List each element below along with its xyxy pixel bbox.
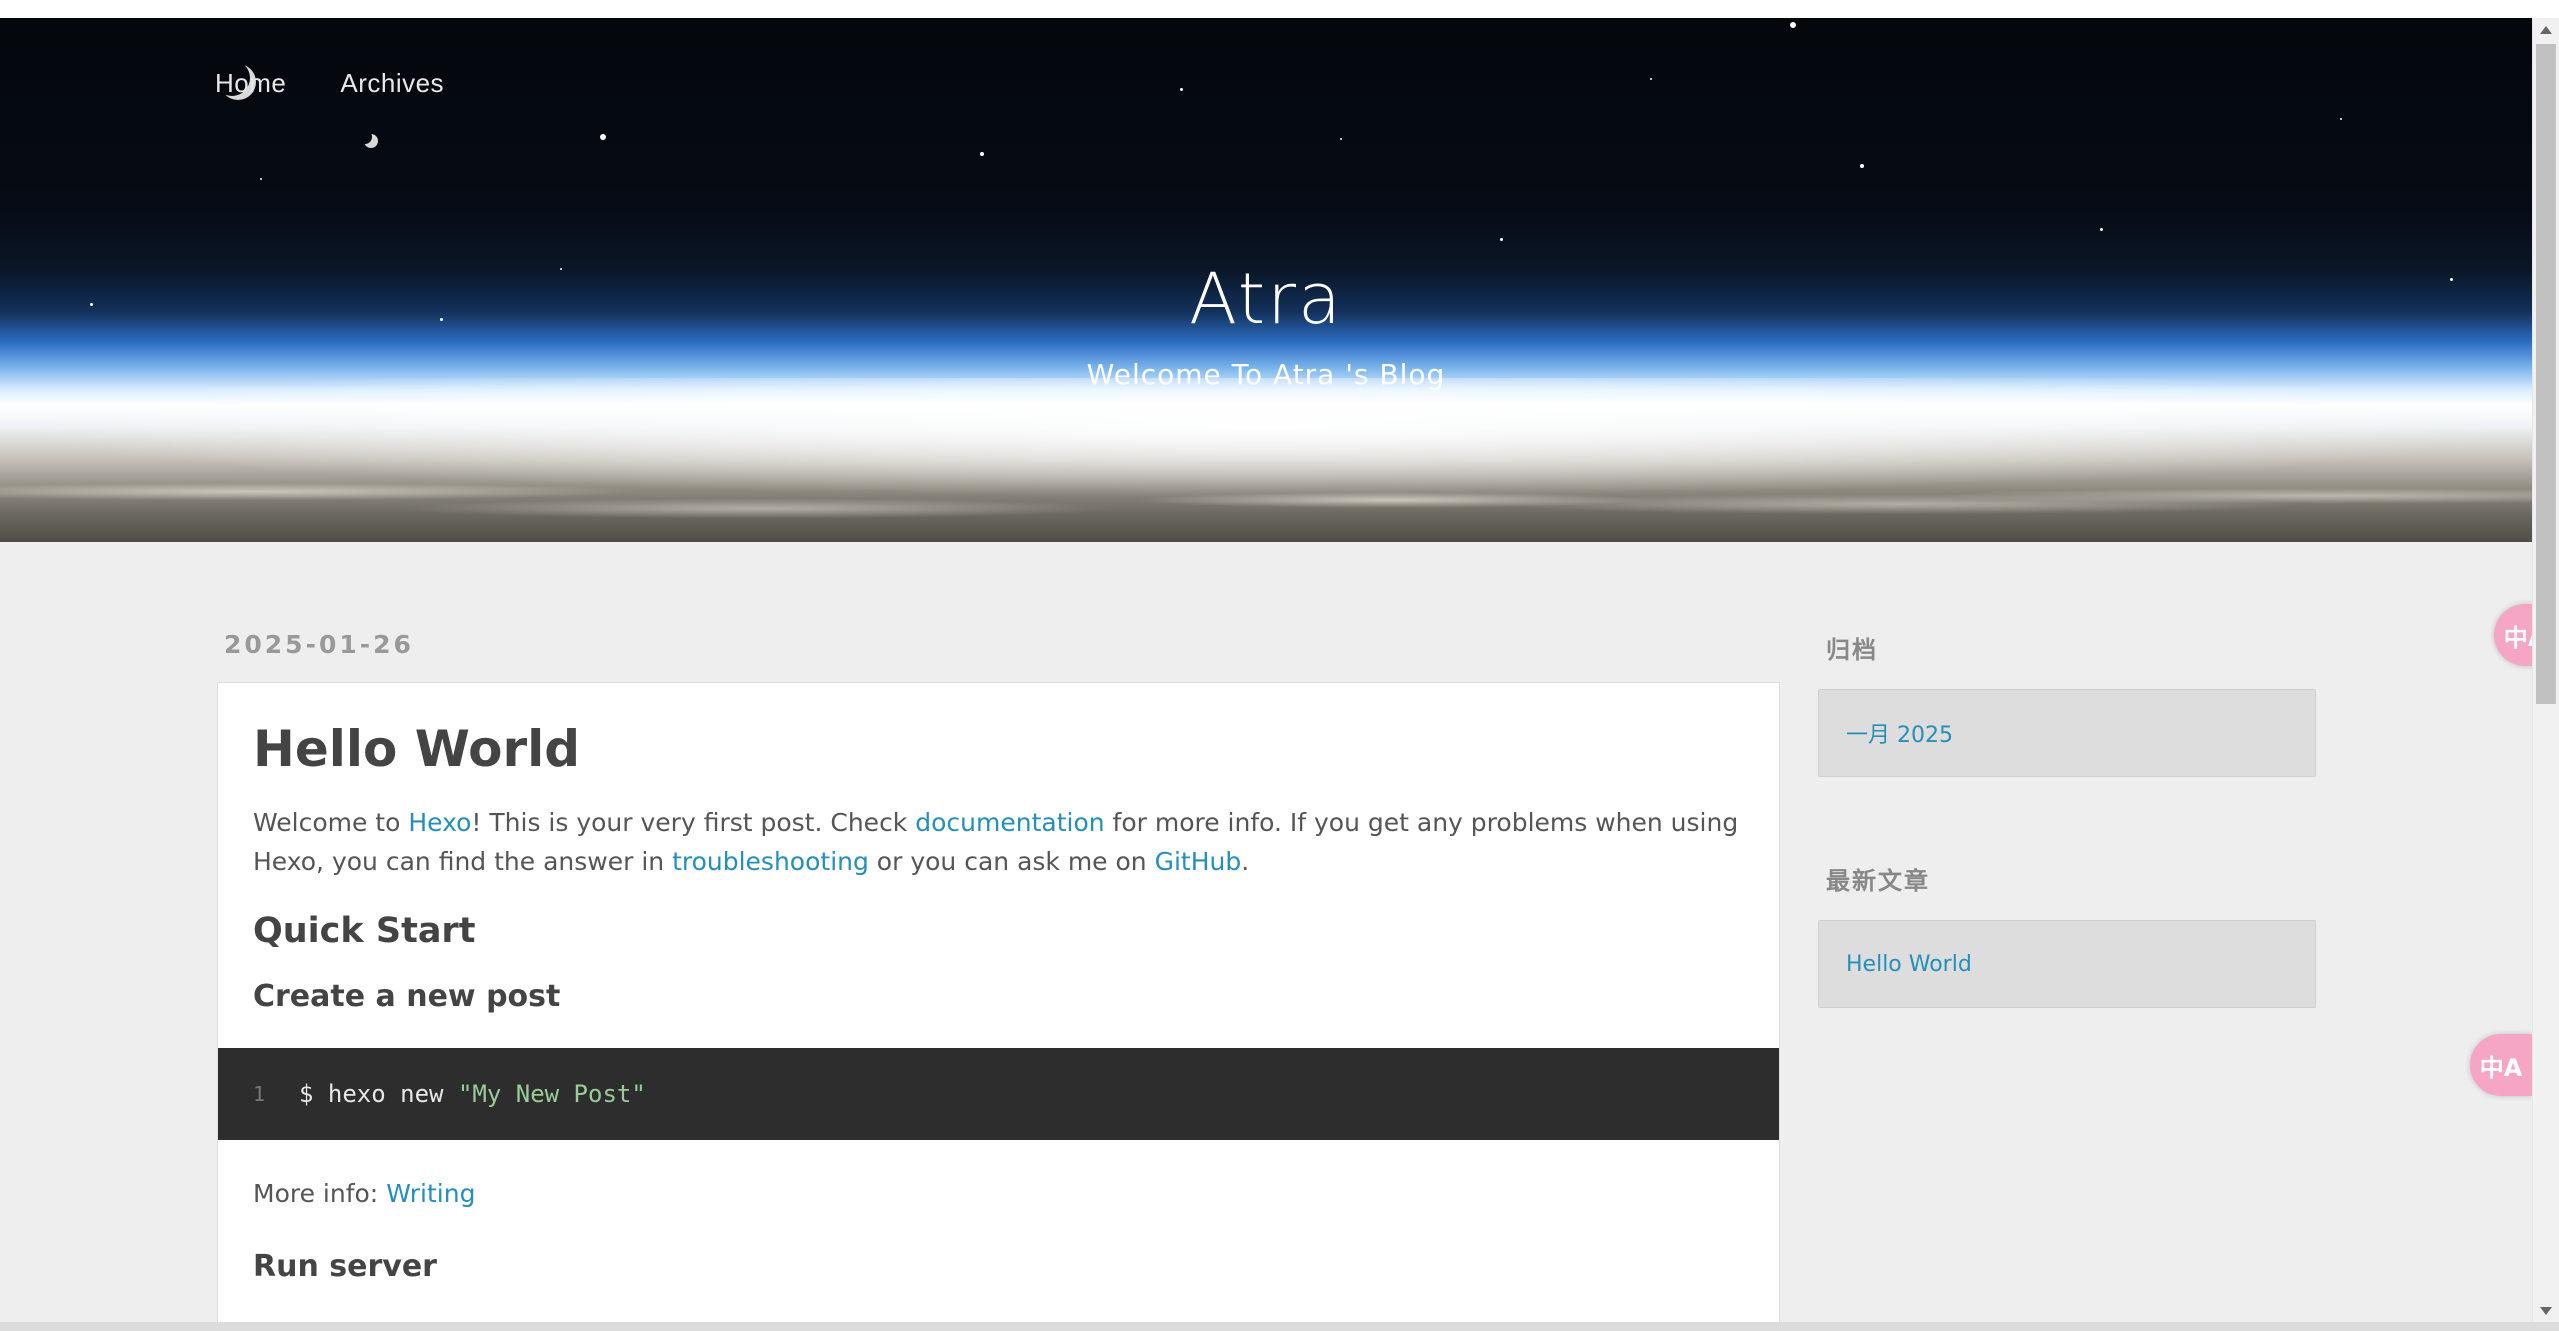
post-date: 2025-01-26 xyxy=(224,630,414,659)
intro-text: . xyxy=(1241,847,1250,876)
more-info-paragraph: More info: Writing xyxy=(253,1174,1744,1213)
scroll-down-arrow-icon[interactable] xyxy=(2540,1307,2552,1315)
browser-top-strip xyxy=(0,0,2559,18)
code-block: 1 $ hexo new "My New Post" xyxy=(218,1048,1779,1140)
nav-archives-link[interactable]: Archives xyxy=(340,68,444,99)
star xyxy=(1340,138,1342,140)
header-banner: Home Archives Atra Welcome To Atra 's Bl… xyxy=(0,18,2532,542)
scrollbar-thumb[interactable] xyxy=(2536,44,2556,704)
heading-run-server: Run server xyxy=(253,1249,437,1284)
earth-clouds xyxy=(0,458,2532,542)
sidebar: 归档 一月 2025 最新文章 Hello World xyxy=(1818,630,2318,1008)
post-intro-paragraph: Welcome to Hexo! This is your very first… xyxy=(253,803,1744,881)
heading-create-post: Create a new post xyxy=(253,979,561,1014)
intro-text: Welcome to xyxy=(253,808,409,837)
writing-link[interactable]: Writing xyxy=(386,1179,475,1208)
post-content: Hello World Welcome to Hexo! This is you… xyxy=(218,719,1779,1014)
code-line: $ hexo new "My New Post" xyxy=(299,1080,646,1108)
archive-widget: 一月 2025 xyxy=(1818,689,2316,777)
hexo-link[interactable]: Hexo xyxy=(408,808,471,837)
star xyxy=(260,178,262,180)
star xyxy=(1180,88,1183,91)
intro-text: ! This is your very first post. Check xyxy=(471,808,916,837)
crescent-moon-icon xyxy=(358,130,372,144)
post-article: Hello World Welcome to Hexo! This is you… xyxy=(217,682,1780,1331)
archive-widget-title: 归档 xyxy=(1826,636,1878,664)
main-nav: Home Archives xyxy=(215,68,444,99)
troubleshooting-link[interactable]: troubleshooting xyxy=(672,847,869,876)
star xyxy=(1790,22,1796,28)
star xyxy=(1860,164,1864,168)
vertical-scrollbar[interactable] xyxy=(2532,18,2559,1323)
more-info-text: More info: xyxy=(253,1179,387,1208)
recent-posts-widget-title: 最新文章 xyxy=(1826,867,1930,895)
star xyxy=(2100,228,2103,231)
documentation-link[interactable]: documentation xyxy=(915,808,1104,837)
intro-text: or you can ask me on xyxy=(868,847,1155,876)
recent-post-link[interactable]: Hello World xyxy=(1846,952,1972,977)
code-line-number: 1 xyxy=(253,1082,266,1106)
translate-button[interactable]: 中A xyxy=(2470,1034,2532,1096)
scroll-up-arrow-icon[interactable] xyxy=(2540,26,2552,34)
code-string: "My New Post" xyxy=(457,1080,646,1108)
nav-home-link[interactable]: Home xyxy=(215,68,286,99)
post-title: Hello World xyxy=(253,720,581,778)
star xyxy=(600,134,606,140)
translate-icon: 中A xyxy=(2479,1053,2523,1082)
star xyxy=(1500,238,1503,241)
heading-quick-start: Quick Start xyxy=(253,911,476,951)
recent-posts-widget: Hello World xyxy=(1818,920,2316,1008)
star xyxy=(1650,78,1652,80)
archive-month-link[interactable]: 一月 2025 xyxy=(1846,717,1953,749)
code-command: $ hexo new xyxy=(299,1080,458,1108)
github-link[interactable]: GitHub xyxy=(1155,847,1242,876)
star xyxy=(980,152,984,156)
post-content-continued: More info: Writing Run server xyxy=(218,1174,1779,1284)
horizontal-scrollbar[interactable] xyxy=(0,1322,2559,1331)
site-title: Atra xyxy=(1189,258,1343,340)
star xyxy=(2340,118,2342,120)
site-subtitle: Welcome To Atra 's Blog xyxy=(1086,358,1446,391)
